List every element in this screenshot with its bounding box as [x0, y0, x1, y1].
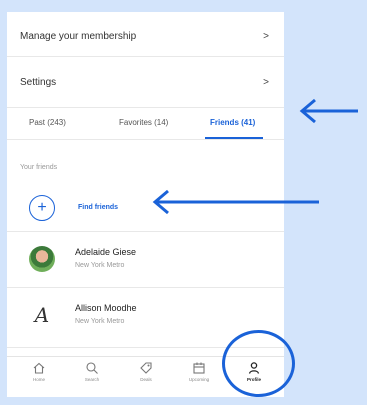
- find-friends-label[interactable]: Find friends: [78, 204, 118, 211]
- calendar-icon: [193, 362, 205, 374]
- friend-name: Adelaide Giese: [75, 247, 137, 257]
- settings-label: Settings: [20, 77, 57, 88]
- nav-deals[interactable]: Deals: [124, 361, 168, 382]
- tab-favorites[interactable]: Favorites (14): [119, 118, 168, 127]
- manage-membership-label: Manage your membership: [20, 31, 137, 42]
- your-friends-heading: Your friends: [20, 164, 58, 171]
- friend-list-item[interactable]: Adelaide Giese New York Metro: [7, 232, 284, 288]
- nav-search-label: Search: [84, 377, 100, 382]
- manage-membership-row[interactable]: Manage your membership >: [7, 12, 284, 57]
- tab-friends[interactable]: Friends (41): [210, 118, 255, 127]
- nav-home-label: Home: [32, 377, 45, 382]
- profile-highlight-circle: [222, 330, 295, 397]
- add-friend-icon[interactable]: +: [29, 195, 55, 221]
- nav-deals-label: Deals: [140, 377, 152, 382]
- profile-tabs: Past (243) Favorites (14) Friends (41): [7, 108, 284, 140]
- avatar: [29, 246, 55, 272]
- chevron-right-icon: >: [263, 77, 269, 88]
- tab-past[interactable]: Past (243): [29, 118, 66, 127]
- nav-upcoming[interactable]: Upcoming: [177, 361, 221, 382]
- settings-row[interactable]: Settings >: [7, 57, 284, 108]
- nav-upcoming-label: Upcoming: [188, 377, 210, 382]
- friend-location: New York Metro: [75, 262, 125, 269]
- friend-name: Allison Moodhe: [75, 303, 137, 313]
- chevron-right-icon: >: [263, 31, 269, 42]
- tag-icon: [140, 362, 152, 374]
- arrow-left-icon: [152, 189, 319, 215]
- active-tab-underline: [205, 137, 263, 139]
- arrow-left-icon: [299, 98, 358, 124]
- search-icon: [86, 362, 98, 374]
- avatar: A: [29, 302, 55, 328]
- home-icon: [33, 362, 45, 374]
- friend-location: New York Metro: [75, 318, 125, 325]
- nav-search[interactable]: Search: [70, 361, 114, 382]
- nav-home[interactable]: Home: [17, 361, 61, 382]
